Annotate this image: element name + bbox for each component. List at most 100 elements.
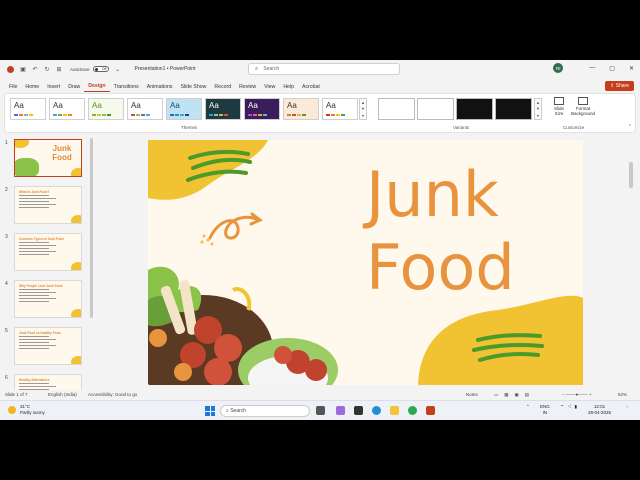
search-input[interactable]: ⌕ Search [248,63,400,75]
slide-thumbnail[interactable]: Why People Love Junk Food [14,280,82,318]
slide-thumbnail[interactable]: What is Junk Food? [14,186,82,224]
variant-4[interactable] [495,98,532,120]
tab-view[interactable]: View [260,81,279,92]
notification-icon[interactable]: ◌ [626,404,629,410]
slide-scroll-thumb[interactable] [629,162,633,188]
copilot-icon[interactable] [336,406,345,415]
ribbon-tabs: File Home Insert Draw Design Transitions Anima… [0,81,640,92]
tab-file[interactable]: File [5,81,21,92]
theme-option-2[interactable]: Aa [49,98,85,120]
tab-help[interactable]: Help [279,81,298,92]
language-tray[interactable]: ENG IN [540,404,550,416]
redo-icon[interactable]: ↻ [44,66,50,73]
format-background-icon [578,97,588,105]
thumbnail-scrollbar[interactable] [90,138,93,318]
taskbar-search[interactable]: ⌕ Search [220,405,310,417]
tab-review[interactable]: Review [235,81,260,92]
tab-animations[interactable]: Animations [143,81,177,92]
powerpoint-taskbar-icon[interactable] [426,406,435,415]
theme-option-4[interactable]: Aa [127,98,163,120]
tab-draw[interactable]: Draw [64,81,84,92]
taskbar-search-label: Search [230,408,247,414]
variant-2[interactable] [417,98,454,120]
variant-3[interactable] [456,98,493,120]
theme-option-7[interactable]: Aa [244,98,280,120]
slide-number: 3 [5,234,8,240]
slide-title-line1[interactable]: Junk [366,164,499,226]
tab-record[interactable]: Record [210,81,235,92]
autosave-label: AutoSave [70,66,90,72]
window-controls: RI — ▢ ✕ [553,63,634,73]
format-background-button[interactable]: Format Background [570,97,596,116]
chrome-icon[interactable] [408,406,417,415]
share-button[interactable]: ⇪ Share [605,81,634,91]
slide-thumbnail[interactable]: Junk Food vs Healthy Food [14,327,82,365]
minimize-icon[interactable]: — [589,65,595,71]
slide-size-icon [554,97,564,105]
theme-option-1[interactable]: Aa [10,98,46,120]
theme-sample-text: Aa [248,101,258,110]
undo-icon[interactable]: ↶ [32,66,38,73]
variants-scroll[interactable]: ▲ ▼ ▾ [534,98,542,120]
tray-chevron-icon[interactable]: ⌃ [526,404,530,410]
theme-option-6[interactable]: Aa [205,98,241,120]
view-buttons[interactable]: ▭▦▣▤ [494,392,535,398]
status-bar: Slide 1 of 7 English (India) Accessibili… [0,390,640,400]
maximize-icon[interactable]: ▢ [609,65,615,72]
slide-thumbnail[interactable]: Common Types of Junk Food [14,233,82,271]
tab-transitions[interactable]: Transitions [110,81,143,92]
theme-sample-text: Aa [131,101,141,110]
slide-number: 1 [5,140,8,146]
tab-home[interactable]: Home [21,81,43,92]
zoom-slider[interactable]: − ───●─── + [562,392,592,397]
orange-swirl [208,215,260,240]
slide-scrollbar[interactable] [629,140,633,385]
app-icon[interactable] [354,406,363,415]
slide-title-line2[interactable]: Food [366,237,515,299]
slide-number: 2 [5,187,8,193]
tray-icons[interactable]: ⌔◁▮ [560,404,580,410]
close-icon[interactable]: ✕ [629,65,634,72]
customize-toolbar-icon[interactable]: ⌄ [115,66,121,73]
taskbar: 31°C Partly sunny ⌕ Search ⌃ ENG IN ⌔◁▮ … [0,400,640,420]
avatar[interactable]: RI [553,63,564,73]
slide-thumbnail[interactable]: Junk Food [14,139,82,177]
tab-acrobat[interactable]: Acrobat [298,81,324,92]
edge-icon[interactable] [372,406,381,415]
slide-canvas-area: Junk Food [96,136,634,420]
task-view-icon[interactable] [316,406,325,415]
tab-slide-show[interactable]: Slide Show [176,81,210,92]
save-icon[interactable]: ▣ [20,66,26,73]
clock[interactable]: 12:01 28-04-2026 [588,404,611,416]
collapse-ribbon-icon[interactable]: ⌃ [628,124,632,130]
theme-option-5[interactable]: Aa [166,98,202,120]
tab-design[interactable]: Design [84,81,110,92]
slide-thumbnail-title: Junk Food [52,144,72,162]
notes-button[interactable]: Notes [466,392,478,397]
theme-option-8[interactable]: Aa [283,98,319,120]
theme-sample-text: Aa [287,101,297,110]
accessibility-status[interactable]: Accessibility: Good to go [88,392,137,397]
start-from-beginning-icon[interactable]: ⊞ [56,66,62,73]
main-slide[interactable]: Junk Food [148,140,583,385]
slide-thumbnail-panel: 1 Junk Food 2 What is Junk Food? 3 Common Typ… [0,136,96,420]
customize-group-label: Customize [563,125,585,130]
slide-size-button[interactable]: Slide Size [550,97,568,116]
windows-start-icon[interactable] [205,406,215,416]
weather-widget[interactable]: 31°C Partly sunny [8,404,45,416]
autosave-toggle[interactable]: Off [92,66,109,72]
tab-list: File Home Insert Draw Design Transitions Anima… [5,81,324,92]
variant-1[interactable] [378,98,415,120]
slide-number: 4 [5,281,8,287]
theme-option-3[interactable]: Aa [88,98,124,120]
language-indicator[interactable]: English (India) [48,392,77,397]
slide-size-label: Slide Size [553,106,564,116]
themes-scroll[interactable]: ▲ ▼ ▾ [359,98,367,120]
weather-desc: Partly sunny [20,410,45,415]
tab-insert[interactable]: Insert [43,81,64,92]
slide-number: 6 [5,375,8,381]
theme-option-9[interactable]: Aa [322,98,358,120]
theme-sample-text: Aa [53,101,63,110]
zoom-level[interactable]: 62% [618,392,627,397]
file-explorer-icon[interactable] [390,406,399,415]
